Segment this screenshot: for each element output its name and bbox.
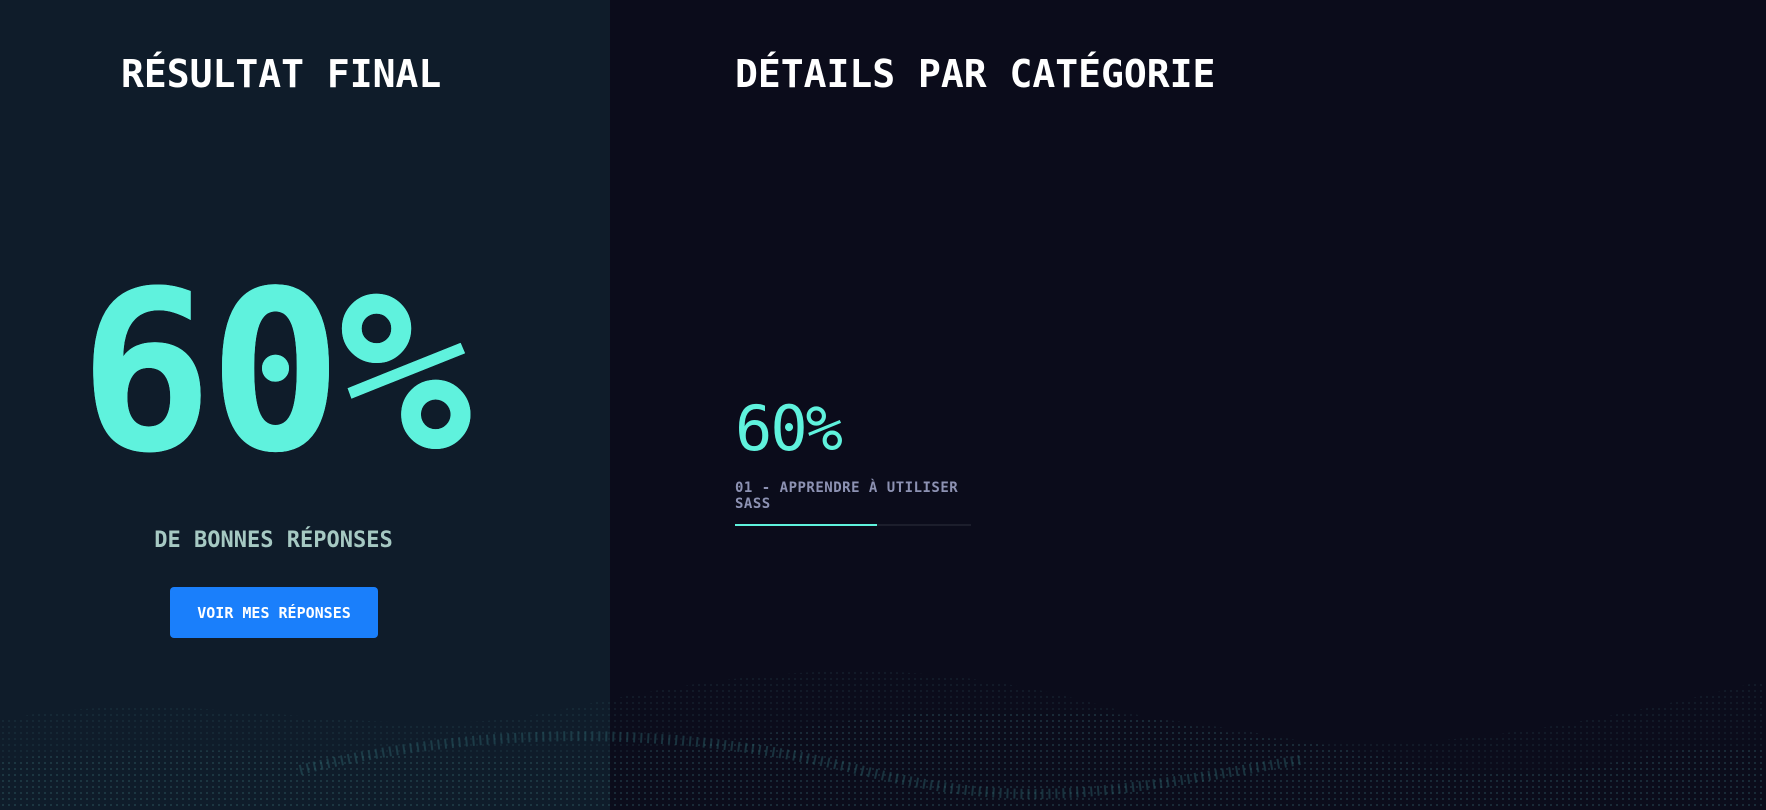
- results-page: RÉSULTAT FINAL 60% DE BONNES RÉPONSES VO…: [0, 0, 1766, 810]
- category-details-title: DÉTAILS PAR CATÉGORIE: [735, 52, 1216, 96]
- category-progress-fill: [735, 524, 877, 526]
- category-card: 60% 01 - APPRENDRE À UTILISER SASS: [735, 398, 971, 526]
- final-score: 60%: [0, 262, 547, 484]
- view-answers-button[interactable]: VOIR MES RÉPONSES: [170, 587, 378, 638]
- category-progress-bar: [735, 524, 971, 526]
- final-result-title: RÉSULTAT FINAL: [121, 52, 442, 96]
- score-caption: DE BONNES RÉPONSES: [154, 528, 393, 553]
- category-label: 01 - APPRENDRE À UTILISER SASS: [735, 480, 959, 512]
- category-score: 60%: [735, 392, 843, 465]
